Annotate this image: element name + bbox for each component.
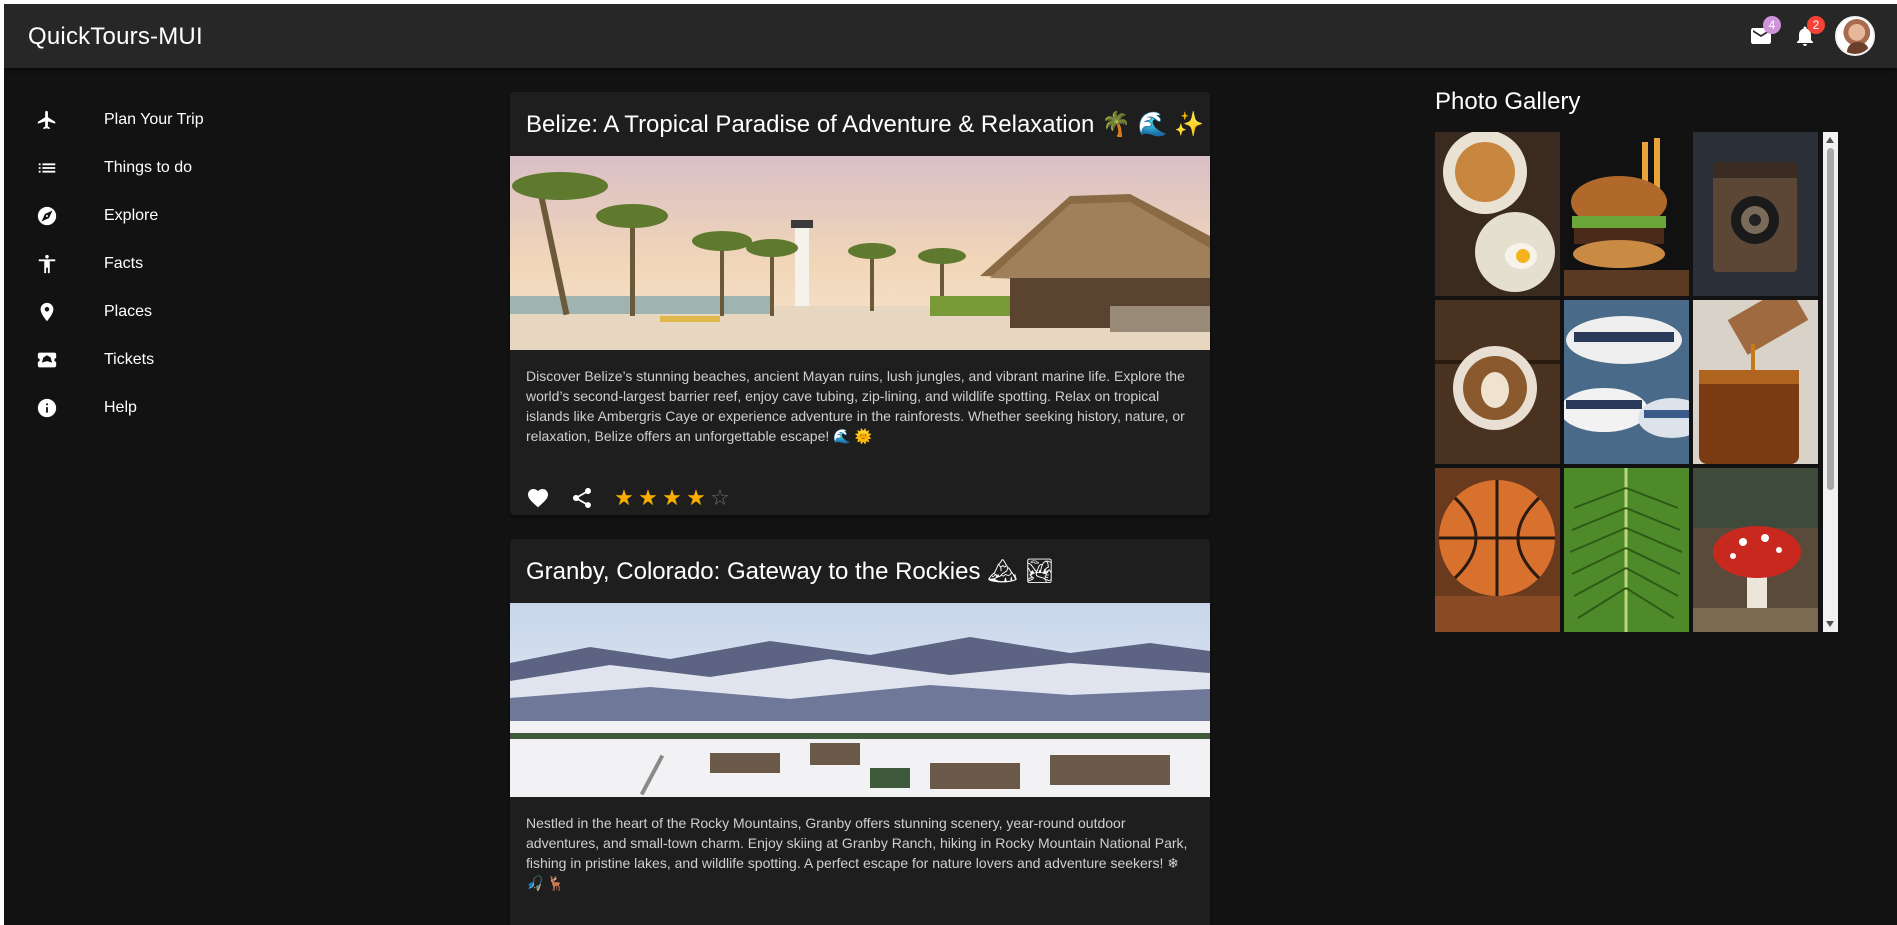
star-filled-icon[interactable]: ★ <box>612 486 636 510</box>
mountain-town-image <box>510 603 1210 797</box>
accessibility-icon <box>36 252 70 276</box>
gallery-scrollbar[interactable] <box>1823 132 1838 632</box>
sidebar-item-help[interactable]: Help <box>28 384 308 432</box>
sidebar-item-label: Facts <box>104 255 144 272</box>
star-rating[interactable]: ★ ★ ★ ★ ☆ <box>612 486 732 510</box>
sidebar-item-label: Tickets <box>104 351 155 368</box>
avatar[interactable] <box>1835 16 1875 56</box>
gallery-image-camera[interactable] <box>1693 132 1818 296</box>
gallery-image-burger[interactable] <box>1564 132 1689 296</box>
star-filled-icon[interactable]: ★ <box>636 486 660 510</box>
gallery-image-honey[interactable] <box>1693 300 1818 464</box>
airplane-icon <box>36 108 70 132</box>
compass-icon <box>36 204 70 228</box>
sidebar-item-label: Plan Your Trip <box>104 111 204 128</box>
sidebar-item-places[interactable]: Places <box>28 288 308 336</box>
gallery-image-fern[interactable] <box>1564 468 1689 632</box>
gallery-image-coffee[interactable] <box>1435 300 1560 464</box>
share-button[interactable] <box>562 478 602 515</box>
card-title: Granby, Colorado: Gateway to the Rockies… <box>526 557 1055 585</box>
ticket-icon <box>36 348 70 372</box>
card-image-granby-mountains <box>510 603 1210 797</box>
app-window: QuickTours-MUI 4 2 Plan Your Trip Things… <box>4 4 1897 925</box>
list-icon <box>36 156 70 180</box>
beach-scene-image <box>510 156 1210 350</box>
sidebar-item-label: Places <box>104 303 153 320</box>
mail-badge: 4 <box>1763 16 1781 34</box>
mail-button[interactable]: 4 <box>1741 16 1781 56</box>
scroll-up-arrow-icon[interactable] <box>1826 137 1834 143</box>
sidebar-nav: Plan Your Trip Things to do Explore Fact… <box>28 96 308 432</box>
tour-card-belize: Belize: A Tropical Paradise of Adventure… <box>510 92 1210 515</box>
star-filled-icon[interactable]: ★ <box>684 486 708 510</box>
sidebar-item-label: Help <box>104 399 137 416</box>
gallery-title: Photo Gallery <box>1435 88 1581 115</box>
sidebar-item-facts[interactable]: Facts <box>28 240 308 288</box>
heart-icon <box>528 489 548 508</box>
sidebar-item-tickets[interactable]: Tickets <box>28 336 308 384</box>
sidebar-item-explore[interactable]: Explore <box>28 192 308 240</box>
share-icon <box>573 488 591 508</box>
place-icon <box>36 300 70 324</box>
gallery-image-mushroom[interactable] <box>1693 468 1818 632</box>
card-actions: ★ ★ ★ ★ ☆ <box>510 470 1210 515</box>
star-filled-icon[interactable]: ★ <box>660 486 684 510</box>
sidebar-item-label: Explore <box>104 207 159 224</box>
sidebar-item-plan-your-trip[interactable]: Plan Your Trip <box>28 96 308 144</box>
sidebar-item-label: Things to do <box>104 159 193 176</box>
info-icon <box>36 396 70 420</box>
favorite-button[interactable] <box>518 478 558 515</box>
tour-card-granby: Granby, Colorado: Gateway to the Rockies… <box>510 539 1210 925</box>
star-empty-icon[interactable]: ☆ <box>708 486 732 510</box>
gallery-image-hats[interactable] <box>1564 300 1689 464</box>
sidebar-item-things-to-do[interactable]: Things to do <box>28 144 308 192</box>
scroll-thumb[interactable] <box>1827 148 1834 490</box>
notifications-button[interactable]: 2 <box>1785 16 1825 56</box>
card-image-belize-beach <box>510 156 1210 350</box>
app-title: QuickTours-MUI <box>28 23 203 50</box>
gallery-image-breakfast[interactable] <box>1435 132 1560 296</box>
appbar-actions: 4 2 <box>1737 16 1875 56</box>
gallery-image-basketball[interactable] <box>1435 468 1560 632</box>
card-description: Nestled in the heart of the Rocky Mounta… <box>526 815 1188 891</box>
card-description: Discover Belize’s stunning beaches, anci… <box>526 368 1185 444</box>
scroll-down-arrow-icon[interactable] <box>1826 621 1834 627</box>
photo-gallery <box>1435 132 1835 632</box>
card-title: Belize: A Tropical Paradise of Adventure… <box>526 110 1204 138</box>
app-bar: QuickTours-MUI 4 2 <box>4 4 1897 68</box>
notifications-badge: 2 <box>1807 16 1825 34</box>
